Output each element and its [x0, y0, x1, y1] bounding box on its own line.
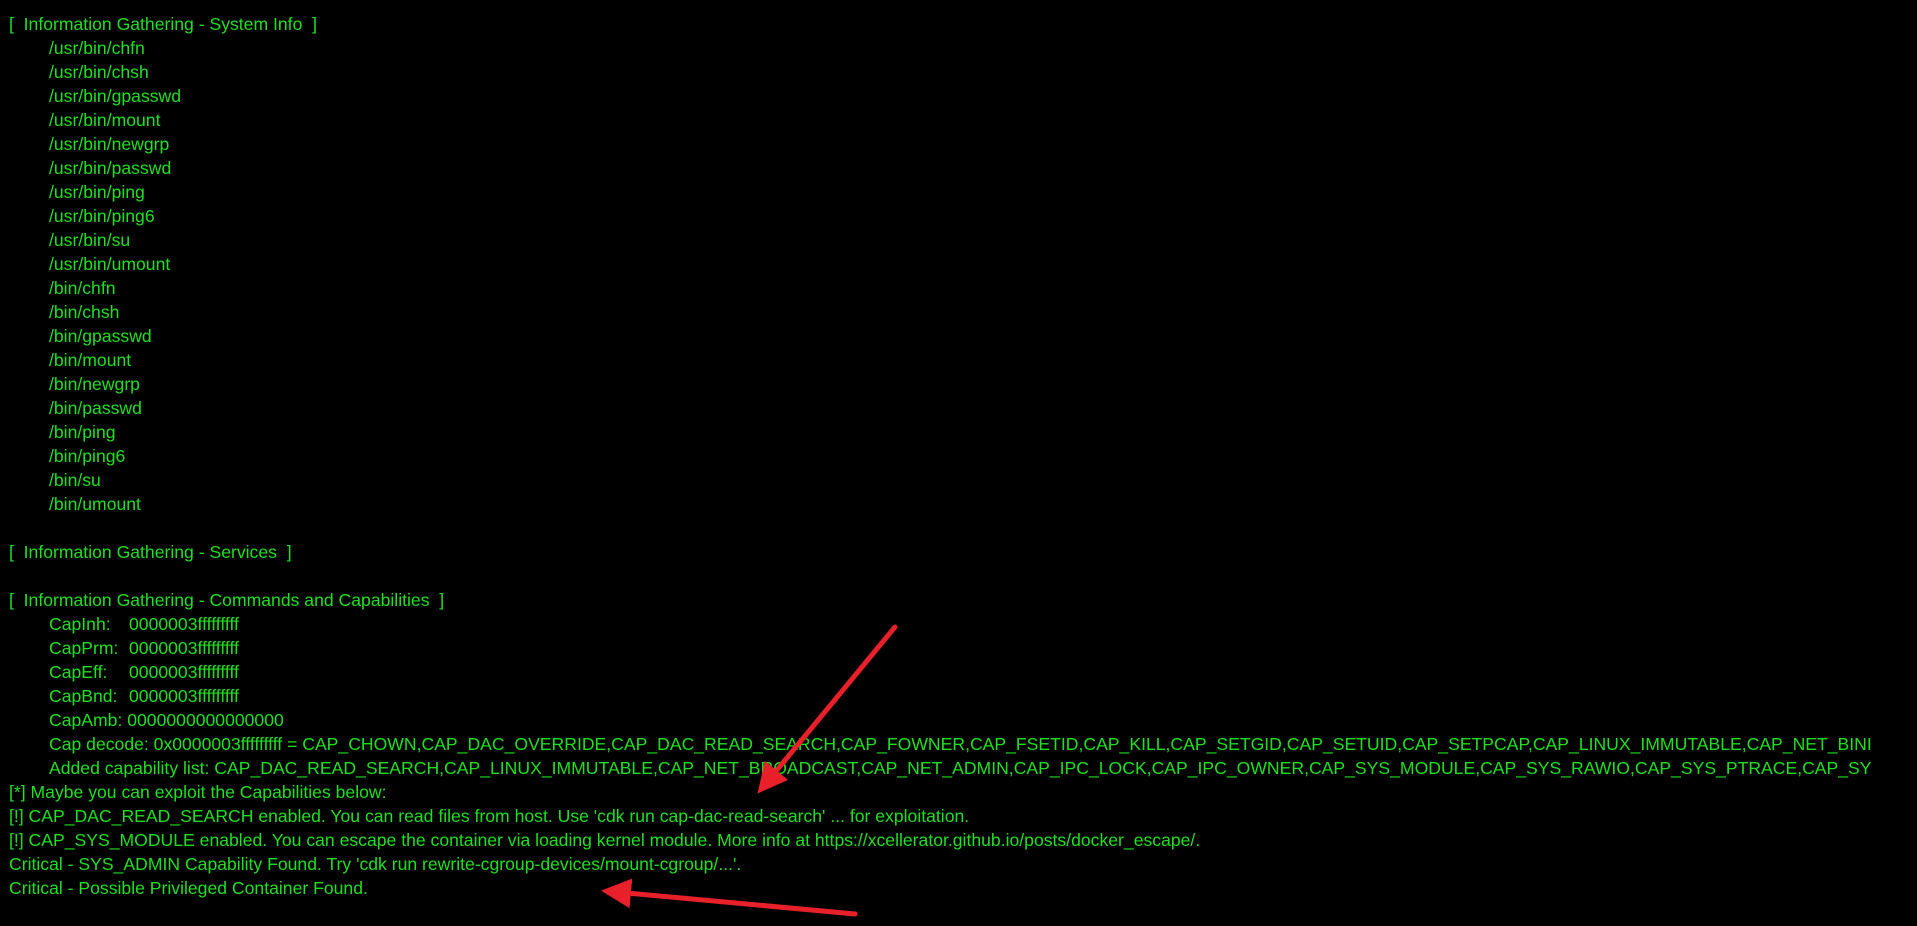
suid-binary-path: /usr/bin/chsh [49, 62, 149, 82]
suid-binary-path: /usr/bin/umount [49, 254, 171, 274]
capability-value: 0000003fffffffff [129, 614, 239, 634]
capability-value: 0000003fffffffff [129, 662, 239, 682]
suid-binary-list: /usr/bin/chfn /usr/bin/chsh /usr/bin/gpa… [0, 36, 1917, 516]
capability-row: CapPrm: 0000003fffffffff [0, 636, 1917, 660]
capability-value: 0000003fffffffff [129, 686, 239, 706]
cap-decode-line: Cap decode: 0x0000003fffffffff = CAP_CHO… [49, 734, 1872, 754]
suid-binary-path: /usr/bin/mount [49, 110, 161, 130]
capability-label: CapEff: [49, 662, 108, 682]
suid-binary-path: /usr/bin/su [49, 230, 131, 250]
suid-binary-path: /bin/chfn [49, 278, 116, 298]
suid-binary-path: /usr/bin/ping [49, 182, 145, 202]
finding-line-critical: Critical - SYS_ADMIN Capability Found. T… [9, 854, 742, 874]
capability-value: 0000000000000000 [127, 710, 284, 730]
capability-row: CapEff: 0000003fffffffff [0, 660, 1917, 684]
capability-table: CapInh: 0000003fffffffff CapPrm: 0000003ff… [0, 612, 1917, 732]
capability-label: CapBnd: [49, 686, 118, 706]
finding-line: [*] Maybe you can exploit the Capabiliti… [9, 782, 387, 802]
suid-binary-path: /bin/newgrp [49, 374, 140, 394]
terminal-output: [ Information Gathering - System Info ] … [0, 0, 1917, 926]
section-header-services: [ Information Gathering - Services ] [9, 542, 292, 562]
capability-row: CapInh: 0000003fffffffff [0, 612, 1917, 636]
suid-binary-path: /bin/umount [49, 494, 141, 514]
capability-label: CapAmb: [49, 710, 123, 730]
suid-binary-path: /bin/su [49, 470, 101, 490]
suid-binary-path: /usr/bin/passwd [49, 158, 172, 178]
capability-label: CapPrm: [49, 638, 119, 658]
section-header-capabilities: [ Information Gathering - Commands and C… [9, 590, 445, 610]
suid-binary-path: /bin/gpasswd [49, 326, 152, 346]
section-header-system-info: [ Information Gathering - System Info ] [9, 14, 318, 34]
suid-binary-path: /usr/bin/chfn [49, 38, 145, 58]
capability-label: CapInh: [49, 614, 111, 634]
suid-binary-path: /bin/passwd [49, 398, 142, 418]
finding-line: [!] CAP_DAC_READ_SEARCH enabled. You can… [9, 806, 970, 826]
suid-binary-path: /usr/bin/newgrp [49, 134, 170, 154]
suid-binary-path: /bin/chsh [49, 302, 120, 322]
suid-binary-path: /usr/bin/ping6 [49, 206, 155, 226]
suid-binary-path: /bin/mount [49, 350, 132, 370]
finding-line: [!] CAP_SYS_MODULE enabled. You can esca… [9, 830, 1201, 850]
findings-list: [*] Maybe you can exploit the Capabiliti… [0, 780, 1917, 900]
capability-value: 0000003fffffffff [129, 638, 239, 658]
suid-binary-path: /bin/ping [49, 422, 116, 442]
finding-line-critical: Critical - Possible Privileged Container… [9, 878, 368, 898]
suid-binary-path: /bin/ping6 [49, 446, 126, 466]
suid-binary-path: /usr/bin/gpasswd [49, 86, 182, 106]
capability-row: CapAmb: 0000000000000000 [0, 708, 1917, 732]
added-capability-list: Added capability list: CAP_DAC_READ_SEAR… [49, 758, 1872, 778]
capability-row: CapBnd: 0000003fffffffff [0, 684, 1917, 708]
